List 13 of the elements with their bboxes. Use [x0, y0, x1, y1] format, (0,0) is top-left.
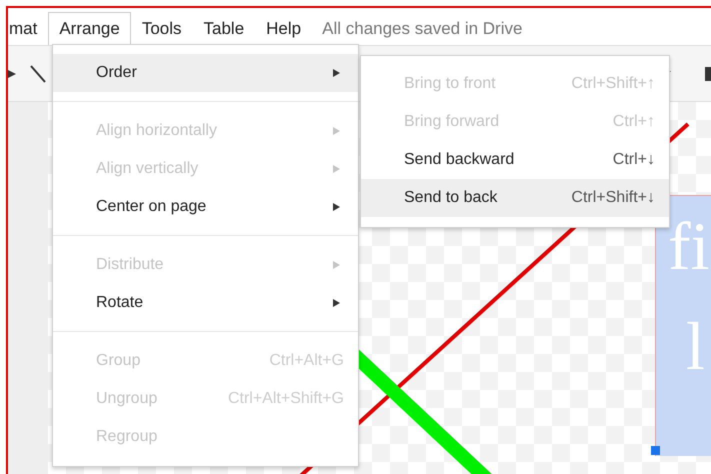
toolbar-icon[interactable] [705, 66, 711, 80]
selection-handle[interactable] [651, 446, 660, 455]
menu-option[interactable]: Center on page [53, 188, 358, 226]
text-box-text: fi [668, 207, 710, 286]
menu-item[interactable]: mat [8, 12, 48, 45]
menu-option[interactable]: Send backward Ctrl+↓ [361, 141, 669, 179]
line-icon[interactable] [30, 64, 46, 82]
save-status: All changes saved in Drive [322, 18, 522, 40]
menu-item[interactable]: Arrange [48, 12, 131, 45]
menu-option[interactable]: Order [53, 54, 358, 92]
menu-option[interactable]: Rotate [53, 284, 358, 322]
text-box-text: l [686, 307, 705, 386]
menu-option[interactable]: Send to back Ctrl+Shift+↓ [361, 179, 669, 217]
